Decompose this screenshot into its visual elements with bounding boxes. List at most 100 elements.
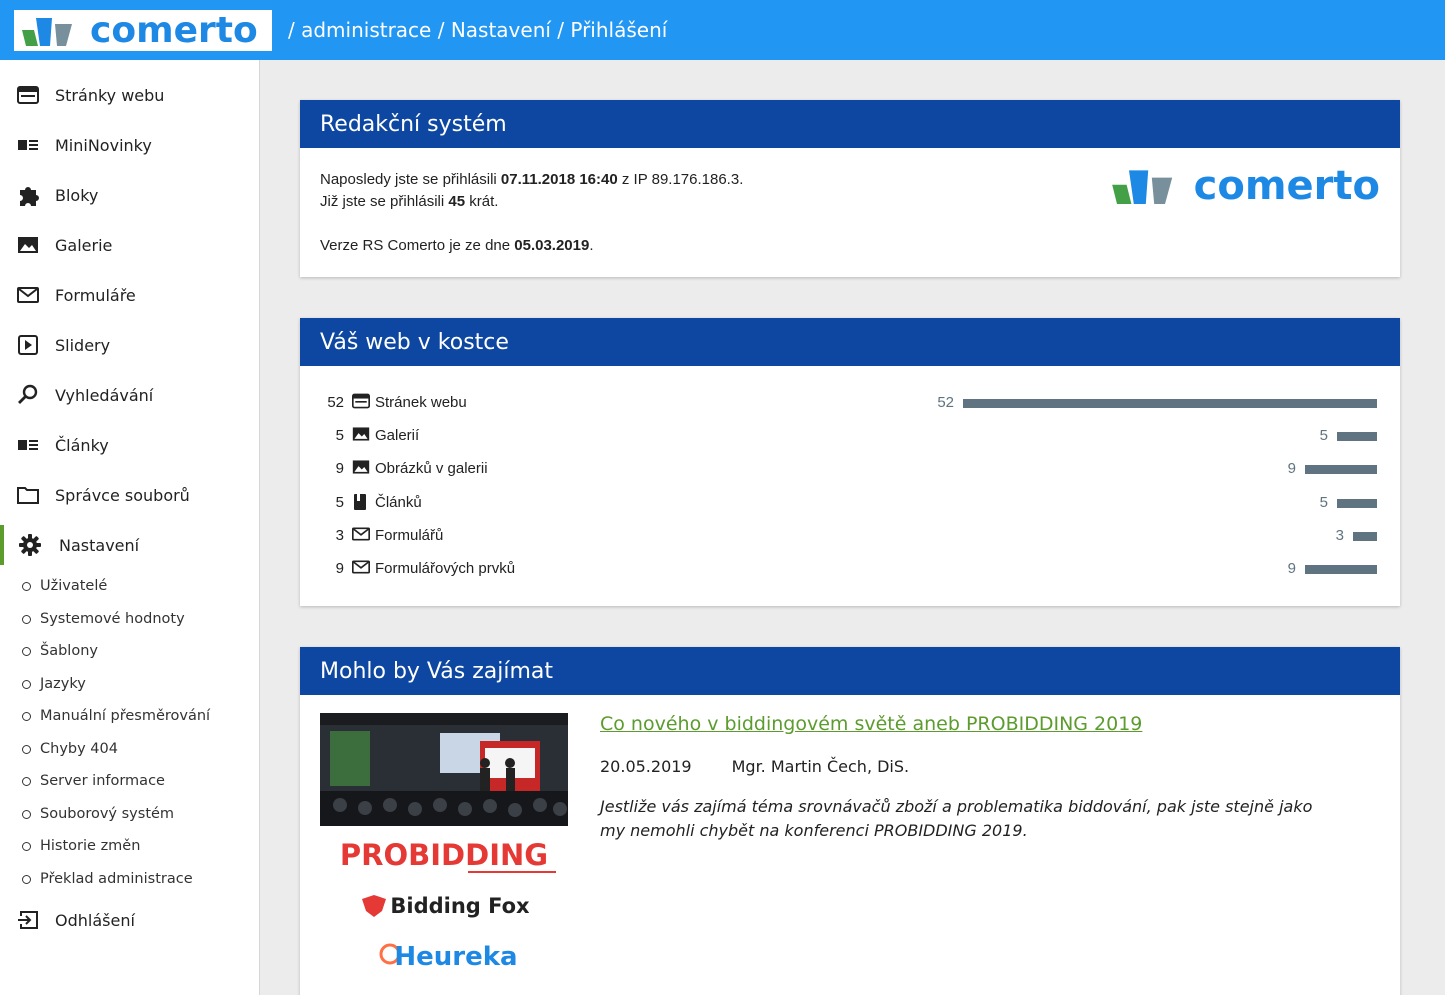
card-title: Redakční systém — [300, 100, 1400, 148]
bullet-circle-icon — [22, 679, 31, 689]
stat-count: 5 — [335, 427, 344, 445]
sidebar-item-stranky-webu[interactable]: Stránky webu — [0, 75, 259, 115]
sidebar-item-spravce-souboru[interactable]: Správce souborů — [0, 475, 259, 515]
sidebar-subitem-label: Jazyky — [40, 676, 86, 692]
sidebar-item-formulare[interactable]: Formuláře — [0, 275, 259, 315]
bullet-circle-icon — [22, 809, 31, 819]
stat-row: 3 Formulářů 3 — [300, 524, 1400, 548]
version-date: 05.03.2019 — [514, 237, 590, 254]
sidebar-subitem-historie-zmen[interactable]: Historie změn — [22, 834, 140, 858]
sidebar-subitem-sablony[interactable]: Šablony — [22, 639, 98, 663]
mail-icon — [352, 526, 370, 544]
bullet-circle-icon — [22, 874, 31, 884]
breadcrumb[interactable]: / administrace / Nastavení / Přihlášení — [288, 18, 667, 42]
last-login-line: Naposledy jste se přihlásili 07.11.2018 … — [320, 169, 743, 191]
svg-text:Heureka: Heureka — [394, 942, 517, 972]
sidebar-item-mininovinky[interactable]: MiniNovinky — [0, 125, 259, 165]
sidebar-subitem-label: Šablony — [40, 643, 98, 659]
stat-bar — [1337, 498, 1377, 508]
sidebar-subitem-souborovy-system[interactable]: Souborový systém — [22, 802, 174, 826]
news-list-icon — [16, 133, 40, 157]
sidebar-item-odhlaseni[interactable]: Odhlášení — [0, 900, 259, 940]
bullet-circle-icon — [22, 744, 31, 754]
stat-bar-value: 5 — [1319, 427, 1328, 445]
login-count-line: Již jste se přihlásili 45 krát. — [320, 191, 498, 213]
sidebar-item-nastaveni[interactable]: Nastavení — [0, 525, 259, 565]
sidebar-item-label: MiniNovinky — [55, 135, 152, 155]
bullet-circle-icon — [22, 581, 31, 591]
sidebar-subitem-server-informace[interactable]: Server informace — [22, 769, 165, 793]
sidebar-item-slidery[interactable]: Slidery — [0, 325, 259, 365]
stat-count: 5 — [335, 493, 344, 511]
article-date: 20.05.2019 — [600, 757, 692, 776]
stat-bar — [1305, 565, 1377, 574]
stat-bar-value: 5 — [1319, 493, 1328, 511]
stat-label: Formulářových prvků — [375, 560, 516, 577]
svg-text:PROBIDDING: PROBIDDING — [340, 838, 548, 872]
stat-row: 5 Článků 5 — [300, 491, 1400, 515]
stat-bar — [1353, 531, 1377, 541]
stat-count: 52 — [327, 394, 344, 411]
text: Naposledy jste se přihlásili — [320, 171, 501, 188]
search-icon — [16, 383, 40, 407]
bullet-circle-icon — [22, 841, 31, 851]
sidebar-subitem-label: Systemové hodnoty — [40, 611, 185, 627]
sidebar-item-label: Stránky webu — [55, 85, 165, 105]
bullet-circle-icon — [22, 711, 31, 721]
stat-label: Článků — [375, 493, 422, 511]
slider-play-icon — [16, 333, 40, 357]
sidebar-item-clanky[interactable]: Články — [0, 425, 259, 465]
sidebar-subitem-preklad-administrace[interactable]: Překlad administrace — [22, 867, 193, 891]
cms-info-card: Redakční systém Naposledy jste se přihlá… — [300, 100, 1400, 277]
top-bar: comerto / administrace / Nastavení / Při… — [0, 0, 1445, 60]
ip-address: 89.176.186.3. — [651, 171, 744, 188]
text: Verze RS Comerto je ze dne — [320, 237, 515, 254]
article-title-link[interactable]: Co nového v biddingovém světě aneb PROBI… — [600, 713, 1142, 735]
stat-bar-value: 3 — [1335, 526, 1344, 544]
sidebar-subitem-systemove-hodnoty[interactable]: Systemové hodnoty — [22, 607, 185, 631]
sidebar-subitem-jazyky[interactable]: Jazyky — [22, 672, 86, 696]
mail-icon — [352, 559, 370, 577]
article-perex: Jestliže vás zajímá téma srovnávačů zbož… — [600, 797, 1313, 840]
sidebar-item-bloky[interactable]: Bloky — [0, 175, 259, 215]
site-stats-card: Váš web v kostce 52 Stránek webu 52 5 Galeri… — [300, 318, 1400, 606]
sidebar-item-label: Články — [55, 435, 109, 455]
last-login-date: 07.11.2018 16:40 — [500, 171, 618, 188]
folder-icon — [16, 483, 40, 507]
gear-icon — [18, 533, 42, 557]
stat-bar-value: 9 — [1287, 560, 1296, 577]
articles-icon — [16, 433, 40, 457]
text: krát. — [465, 193, 499, 210]
stat-bar — [963, 399, 1377, 408]
sidebar-item-label: Bloky — [55, 185, 99, 205]
image-icon — [352, 459, 370, 477]
stat-count: 9 — [335, 560, 344, 577]
sidebar-item-label: Správce souborů — [55, 485, 190, 505]
stat-bar — [1337, 432, 1377, 442]
sidebar-subitem-manualni-presmerovani[interactable]: Manuální přesměrování — [22, 704, 210, 728]
sidebar-subitem-label: Uživatelé — [40, 578, 108, 594]
article-thumbnail[interactable]: PROBIDDING Bidding Fox Heureka — [320, 713, 568, 975]
puzzle-icon — [16, 183, 40, 207]
sidebar-item-label: Nastavení — [59, 535, 140, 555]
book-icon — [352, 493, 370, 511]
sidebar-item-galerie[interactable]: Galerie — [0, 225, 259, 265]
bullet-circle-icon — [22, 776, 31, 786]
card-title: Váš web v kostce — [300, 318, 1400, 366]
sidebar-subitem-uzivatele[interactable]: Uživatelé — [22, 574, 107, 598]
sidebar-subitem-label: Server informace — [40, 773, 165, 789]
stat-row: 52 Stránek webu 52 — [300, 391, 1400, 415]
logo-text: comerto — [90, 9, 258, 51]
sidebar: Stránky webu MiniNovinky Bloky Galerie F… — [0, 60, 260, 995]
sidebar-subitem-label: Manuální přesměrování — [40, 708, 211, 724]
stat-count: 9 — [335, 460, 344, 478]
comerto-logo[interactable]: comerto — [14, 10, 272, 51]
sidebar-item-label: Odhlášení — [55, 910, 135, 930]
image-icon — [352, 426, 370, 444]
sidebar-subitem-chyby-404[interactable]: Chyby 404 — [22, 737, 118, 761]
stat-bar-value: 52 — [937, 394, 954, 411]
version-line: Verze RS Comerto je ze dne 05.03.2019. — [320, 235, 594, 257]
sidebar-item-vyhledavani[interactable]: Vyhledávání — [0, 375, 259, 415]
logo-mark-icon — [1111, 170, 1172, 204]
stat-bar — [1305, 465, 1377, 475]
